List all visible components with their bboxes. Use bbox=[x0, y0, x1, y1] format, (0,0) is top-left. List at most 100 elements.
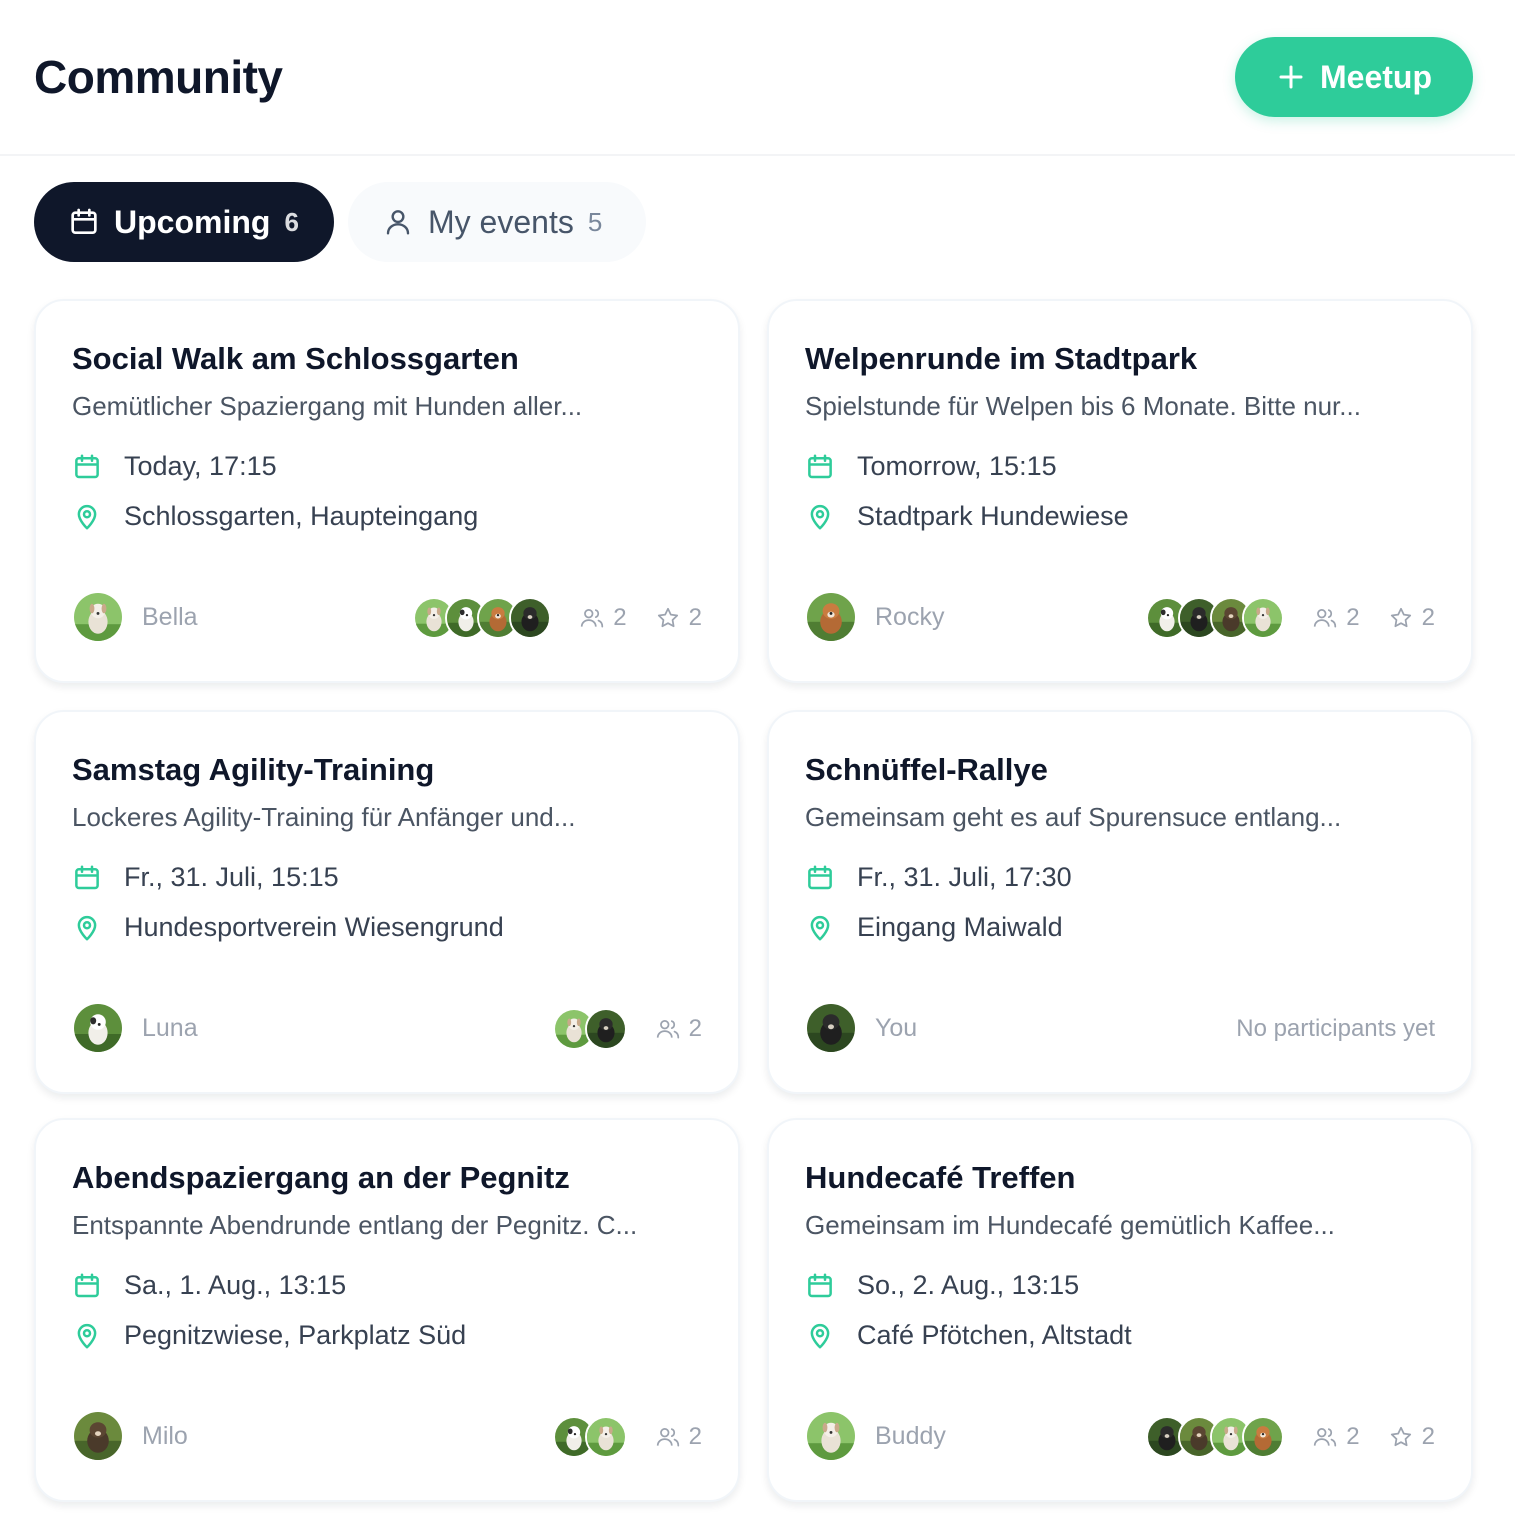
app-header: Community Meetup bbox=[0, 0, 1515, 156]
tab-count: 5 bbox=[587, 206, 603, 237]
avatar bbox=[72, 591, 124, 643]
event-title: Schnüffel-Rallye bbox=[805, 752, 1048, 787]
event-location: Café Pfötchen, Altstadt bbox=[857, 1320, 1132, 1350]
host-name: Milo bbox=[142, 1421, 188, 1450]
event-card[interactable]: Hundecafé Treffen Gemeinsam im Hundecafé… bbox=[767, 1118, 1473, 1502]
event-host[interactable]: Buddy bbox=[805, 1410, 946, 1462]
participant-count: 2 bbox=[655, 1015, 702, 1043]
calendar-icon bbox=[805, 863, 835, 893]
location-pin-icon bbox=[72, 913, 102, 943]
calendar-icon bbox=[805, 1271, 835, 1301]
participant-count: 2 bbox=[1312, 1423, 1360, 1451]
tab-label: My events bbox=[428, 203, 574, 240]
event-host[interactable]: Milo bbox=[72, 1410, 188, 1462]
like-count-value: 2 bbox=[1421, 1423, 1435, 1450]
participant-avatars bbox=[552, 1008, 627, 1050]
participant-count-value: 2 bbox=[1346, 604, 1360, 631]
event-footer: Buddy 2 2 bbox=[805, 1410, 1435, 1464]
location-pin-icon bbox=[72, 1321, 102, 1351]
event-title: Hundecafé Treffen bbox=[805, 1160, 1076, 1195]
no-participants-note: No participants yet bbox=[1236, 1015, 1435, 1042]
event-date-row: Today, 17:15 bbox=[72, 451, 277, 482]
event-card[interactable]: Social Walk am Schlossgarten Gemütlicher… bbox=[34, 299, 740, 683]
event-host[interactable]: You bbox=[805, 1002, 917, 1054]
participant-count-value: 2 bbox=[688, 1423, 702, 1450]
event-card[interactable]: Welpenrunde im Stadtpark Spielstunde für… bbox=[767, 299, 1473, 683]
like-count[interactable]: 2 bbox=[1388, 1423, 1435, 1451]
calendar-icon bbox=[72, 1271, 102, 1301]
event-location-row: Café Pfötchen, Altstadt bbox=[805, 1320, 1132, 1351]
avatar bbox=[805, 1410, 857, 1462]
event-card[interactable]: Samstag Agility-Training Lockeres Agilit… bbox=[34, 710, 740, 1094]
calendar-icon bbox=[72, 863, 102, 893]
participant-avatars bbox=[1146, 597, 1285, 639]
participant-count: 2 bbox=[579, 604, 627, 632]
event-stats: 2 bbox=[552, 1002, 702, 1056]
event-footer: Rocky 2 2 bbox=[805, 591, 1435, 645]
avatar bbox=[1242, 1416, 1285, 1458]
user-icon bbox=[386, 210, 410, 235]
event-description: Spielstunde für Welpen bis 6 Monate. Bit… bbox=[805, 391, 1361, 421]
like-count[interactable]: 2 bbox=[655, 604, 702, 632]
add-meetup-button[interactable]: Meetup bbox=[1235, 37, 1473, 117]
plus-icon bbox=[1279, 65, 1303, 89]
avatar bbox=[805, 591, 857, 643]
users-icon bbox=[655, 1016, 681, 1042]
participant-avatars bbox=[413, 597, 552, 639]
event-title: Social Walk am Schlossgarten bbox=[72, 341, 519, 376]
event-stats: 2 bbox=[552, 1410, 702, 1464]
event-location-row: Pegnitzwiese, Parkplatz Süd bbox=[72, 1320, 466, 1351]
page-title: Community bbox=[34, 51, 283, 103]
avatar bbox=[1242, 597, 1285, 639]
participant-count: 2 bbox=[1312, 604, 1360, 632]
event-date: Fr., 31. Juli, 17:30 bbox=[857, 862, 1072, 892]
event-host[interactable]: Rocky bbox=[805, 591, 944, 643]
participant-count-value: 2 bbox=[1346, 1423, 1360, 1450]
avatar bbox=[72, 1410, 124, 1462]
event-footer: You No participants yet bbox=[805, 1002, 1435, 1056]
tab-label: Upcoming bbox=[114, 203, 271, 240]
event-description: Gemeinsam im Hundecafé gemütlich Kaffee.… bbox=[805, 1210, 1335, 1240]
users-icon bbox=[1312, 605, 1338, 631]
event-description: Gemütlicher Spaziergang mit Hunden aller… bbox=[72, 391, 583, 421]
host-name: Buddy bbox=[875, 1421, 946, 1450]
star-icon bbox=[1388, 605, 1414, 631]
event-location: Schlossgarten, Haupteingang bbox=[124, 501, 479, 531]
users-icon bbox=[1312, 1424, 1338, 1450]
star-icon bbox=[1388, 1424, 1414, 1450]
participant-avatars bbox=[552, 1416, 627, 1458]
host-name: You bbox=[875, 1013, 918, 1042]
participant-count-value: 2 bbox=[688, 1015, 702, 1042]
event-title: Welpenrunde im Stadtpark bbox=[805, 341, 1198, 376]
participant-count-value: 2 bbox=[613, 604, 627, 631]
event-card[interactable]: Schnüffel-Rallye Gemeinsam geht es auf S… bbox=[767, 710, 1473, 1094]
event-date: So., 2. Aug., 13:15 bbox=[857, 1270, 1080, 1300]
event-location: Hundesportverein Wiesengrund bbox=[124, 912, 504, 942]
event-card[interactable]: Abendspaziergang an der Pegnitz Entspann… bbox=[34, 1118, 740, 1502]
event-stats: 2 2 bbox=[1146, 1410, 1435, 1464]
tab-upcoming[interactable]: Upcoming 6 bbox=[34, 182, 334, 262]
event-date: Fr., 31. Juli, 15:15 bbox=[124, 862, 339, 892]
event-tabs: Upcoming 6 My events 5 bbox=[34, 182, 646, 262]
calendar-icon bbox=[72, 452, 102, 482]
like-count[interactable]: 2 bbox=[1388, 604, 1435, 632]
event-description: Lockeres Agility-Training für Anfänger u… bbox=[72, 802, 576, 832]
add-meetup-label: Meetup bbox=[1320, 58, 1432, 95]
location-pin-icon bbox=[805, 1321, 835, 1351]
users-icon bbox=[655, 1424, 681, 1450]
event-host[interactable]: Bella bbox=[72, 591, 198, 643]
tab-my-events[interactable]: My events 5 bbox=[348, 182, 646, 262]
event-date-row: Fr., 31. Juli, 17:30 bbox=[805, 862, 1072, 893]
event-date-row: Tomorrow, 15:15 bbox=[805, 451, 1057, 482]
event-location-row: Hundesportverein Wiesengrund bbox=[72, 912, 504, 943]
event-date-row: Fr., 31. Juli, 15:15 bbox=[72, 862, 339, 893]
event-footer: Luna 2 bbox=[72, 1002, 702, 1056]
like-count-value: 2 bbox=[1421, 604, 1435, 631]
host-name: Rocky bbox=[875, 602, 945, 631]
event-host[interactable]: Luna bbox=[72, 1002, 198, 1054]
participant-count: 2 bbox=[655, 1423, 702, 1451]
event-location-row: Eingang Maiwald bbox=[805, 912, 1063, 943]
tab-count: 6 bbox=[284, 206, 299, 237]
event-location-row: Stadtpark Hundewiese bbox=[805, 501, 1129, 532]
event-title: Abendspaziergang an der Pegnitz bbox=[72, 1160, 570, 1195]
